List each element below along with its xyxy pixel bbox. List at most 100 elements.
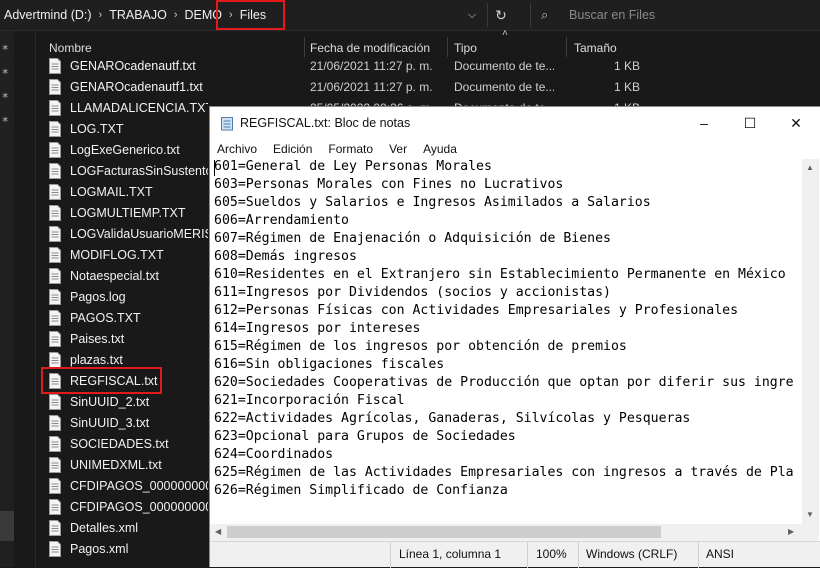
search-icon: ⌕ (541, 7, 549, 22)
file-row[interactable]: GENAROcadenautf.txt 21/06/2021 11:27 p. m… (48, 55, 820, 76)
text-file-icon (49, 519, 61, 536)
file-name: SOCIEDADES.txt (70, 436, 169, 451)
file-size: 1 KB (613, 58, 640, 73)
text-file-icon (49, 246, 61, 263)
text-line: 612=Personas Físicas con Actividades Emp… (214, 303, 739, 318)
text-line: 622=Actividades Agrícolas, Ganaderas, Si… (214, 411, 691, 426)
status-divider (390, 542, 391, 568)
text-file-icon (49, 162, 61, 179)
text-file-icon (49, 57, 61, 74)
menu-formato[interactable]: Formato (320, 139, 381, 159)
text-file-icon (49, 435, 61, 452)
chevron-right-icon[interactable]: › (174, 9, 178, 21)
horizontal-scroll-thumb[interactable] (227, 526, 661, 538)
search-box[interactable]: ⌕ Buscar en Files (530, 3, 820, 27)
notepad-window[interactable]: REGFISCAL.txt: Bloc de notas – ☐ ✕ Archi… (209, 106, 820, 568)
text-file-icon (49, 309, 61, 326)
file-row[interactable]: GENAROcadenautf1.txt 21/06/2021 11:27 p. … (48, 76, 820, 97)
menu-ayuda[interactable]: Ayuda (415, 139, 465, 159)
nav-divider (35, 31, 36, 567)
file-name: Notaespecial.txt (70, 268, 159, 283)
column-date[interactable]: Fecha de modificación (310, 41, 430, 55)
column-size[interactable]: Tamaño (574, 41, 617, 55)
scroll-right-icon[interactable]: ▶ (788, 527, 794, 536)
sort-up-icon: ˄ (502, 28, 508, 39)
status-divider (698, 542, 699, 568)
nav-selected-item[interactable] (0, 511, 14, 541)
highlight-box-files (216, 0, 285, 30)
scroll-up-icon[interactable]: ▲ (806, 163, 814, 172)
text-line: 615=Régimen de los ingresos por obtenció… (214, 339, 627, 354)
close-button[interactable]: ✕ (773, 107, 819, 139)
text-file-icon (49, 267, 61, 284)
pin-icon[interactable]: ✶ (1, 91, 13, 103)
breadcrumb-drive[interactable]: Advertmind (D:) (4, 8, 92, 22)
file-name: SinUUID_2.txt (70, 394, 150, 409)
text-line: 608=Demás ingresos (214, 249, 357, 264)
text-line: 610=Residentes en el Extranjero sin Esta… (214, 267, 786, 282)
scroll-down-icon[interactable]: ▼ (806, 510, 814, 519)
file-date: 21/06/2021 11:27 p. m. (310, 58, 433, 73)
text-file-icon (49, 414, 61, 431)
text-file-icon (49, 477, 61, 494)
search-input[interactable]: Buscar en Files (569, 8, 655, 22)
status-encoding: ANSI (706, 547, 735, 561)
text-line: 620=Sociedades Cooperativas de Producció… (214, 375, 794, 390)
text-line: 601=General de Ley Personas Morales (214, 159, 492, 174)
text-file-icon (49, 498, 61, 515)
file-name: Pagos.xml (70, 541, 129, 556)
chevron-down-icon[interactable]: ⌵ (461, 6, 483, 24)
file-type: Documento de te... (454, 79, 554, 94)
refresh-icon[interactable]: ↻ (487, 3, 514, 27)
pin-icon[interactable]: ✶ (1, 43, 13, 55)
text-caret (214, 160, 215, 176)
text-editor[interactable]: 601=General de Ley Personas Morales 603=P… (214, 158, 799, 524)
text-line: 623=Opcional para Grupos de Sociedades (214, 429, 516, 444)
text-line: 626=Régimen Simplificado de Confianza (214, 483, 508, 498)
file-name: Detalles.xml (70, 520, 139, 535)
file-name: plazas.txt (70, 352, 123, 367)
text-file-icon (49, 141, 61, 158)
chevron-right-icon[interactable]: › (99, 9, 103, 21)
column-divider[interactable] (304, 37, 305, 57)
navigation-pane: ✶ ✶ ✶ ✶ (0, 31, 14, 567)
text-file-icon (49, 204, 61, 221)
file-name: UNIMEDXML.txt (70, 457, 162, 472)
column-name[interactable]: Nombre (49, 41, 92, 55)
text-file-icon (49, 540, 61, 557)
text-file-icon (49, 288, 61, 305)
pin-icon[interactable]: ✶ (1, 115, 13, 127)
text-file-icon (49, 351, 61, 368)
file-name: Paises.txt (70, 331, 125, 346)
column-divider[interactable] (566, 37, 567, 57)
minimize-button[interactable]: – (681, 107, 727, 139)
menu-bar: Archivo Edición Formato Ver Ayuda (210, 139, 820, 159)
notepad-titlebar[interactable]: REGFISCAL.txt: Bloc de notas – ☐ ✕ (210, 107, 820, 139)
text-line: 624=Coordinados (214, 447, 334, 462)
file-name: SinUUID_3.txt (70, 415, 150, 430)
breadcrumb-trabajo[interactable]: TRABAJO (109, 8, 167, 22)
file-name: MODIFLOG.TXT (70, 247, 164, 262)
horizontal-scrollbar[interactable]: ◀ ▶ (210, 524, 802, 541)
column-type[interactable]: Tipo (454, 41, 477, 55)
status-divider (578, 542, 579, 568)
text-line: 605=Sueldos y Salarios e Ingresos Asimil… (214, 195, 651, 210)
vertical-scrollbar[interactable]: ▲ ▼ (802, 159, 819, 524)
maximize-button[interactable]: ☐ (727, 107, 773, 139)
file-type: Documento de te... (454, 58, 554, 73)
column-divider[interactable] (447, 37, 448, 57)
menu-ver[interactable]: Ver (381, 139, 415, 159)
address-bar[interactable]: Advertmind (D:) › TRABAJO › DEMO › Files… (0, 0, 820, 31)
pin-icon[interactable]: ✶ (1, 67, 13, 79)
file-name: GENAROcadenautf.txt (70, 58, 196, 73)
file-name: PAGOS.TXT (70, 310, 141, 325)
text-file-icon (49, 225, 61, 242)
file-name: LOGFacturasSinSustento.txt (70, 163, 208, 178)
text-file-icon (49, 99, 61, 116)
text-file-icon (49, 183, 61, 200)
text-line: 621=Incorporación Fiscal (214, 393, 405, 408)
menu-edicion[interactable]: Edición (265, 139, 320, 159)
scroll-left-icon[interactable]: ◀ (215, 527, 221, 536)
menu-archivo[interactable]: Archivo (210, 139, 265, 159)
text-file-icon (49, 456, 61, 473)
